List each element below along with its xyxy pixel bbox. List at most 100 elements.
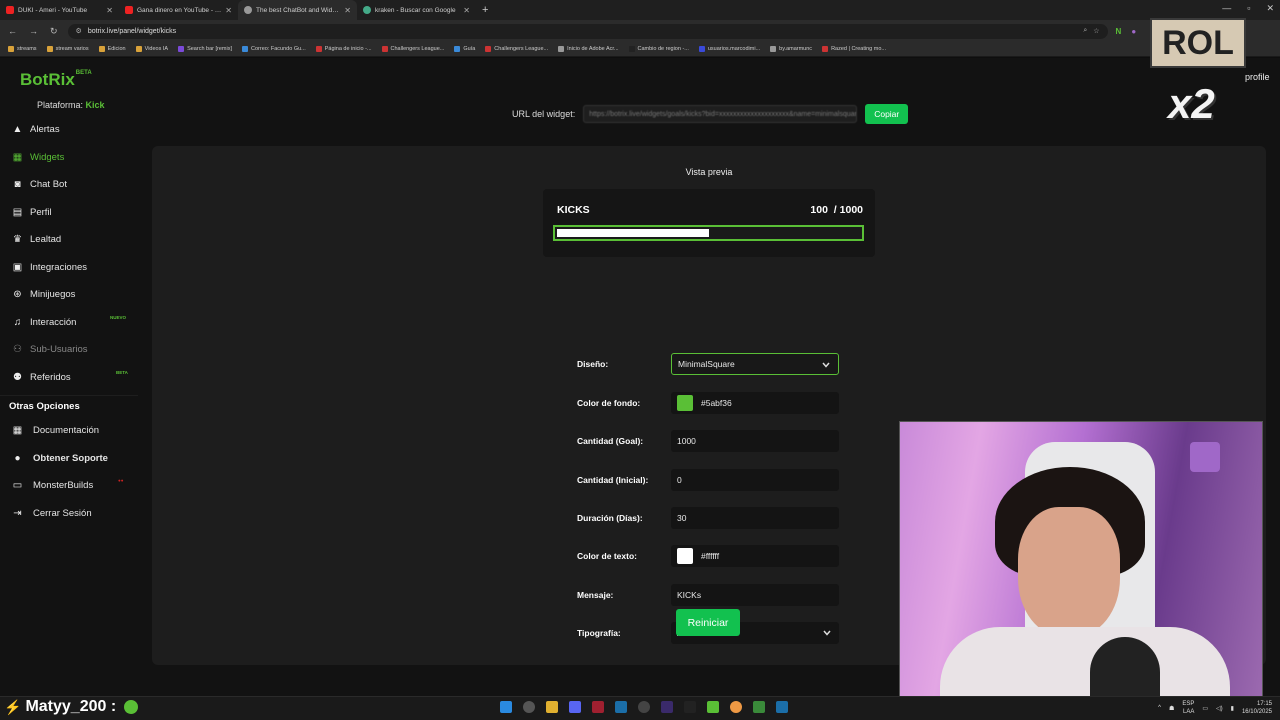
sidebar-item-chat-bot[interactable]: ◙ Chat Bot — [0, 171, 138, 199]
sidebar-item-integraciones[interactable]: ▣ Integraciones — [0, 254, 138, 282]
sidebar-item-alertas[interactable]: ▲ Alertas — [0, 116, 138, 144]
brand-logo[interactable]: BotRixBETA — [20, 70, 92, 90]
sidebar-item-documentacion[interactable]: ▦ Documentación — [0, 417, 138, 445]
sidebar-item-widgets[interactable]: ▦ Widgets — [0, 144, 138, 172]
bookmark-star-icon[interactable]: ☆ — [1093, 27, 1099, 35]
preview-title: Vista previa — [685, 167, 733, 177]
forward-icon[interactable]: → — [29, 26, 38, 37]
form-row-bg-color: Color de fondo: #5abf36 — [577, 392, 839, 414]
kick-icon: ⚡ — [4, 698, 22, 715]
bookmark-item[interactable]: Challengers League... — [381, 46, 444, 52]
steam-icon[interactable] — [615, 701, 627, 713]
text-color-field[interactable]: #ffffff — [671, 545, 839, 567]
app-icon[interactable] — [592, 701, 604, 713]
text-color-swatch[interactable] — [677, 548, 693, 564]
minecraft-icon[interactable] — [753, 701, 765, 713]
chevron-up-icon[interactable]: ^ — [1158, 705, 1161, 711]
steam-icon[interactable] — [776, 701, 788, 713]
close-window-icon[interactable]: ✕ — [1266, 3, 1274, 14]
monitor-tray-icon[interactable]: ▭ — [1202, 705, 1208, 712]
close-tab-icon[interactable]: ✕ — [344, 6, 351, 15]
site-info-icon[interactable]: ⚙ — [76, 27, 82, 35]
sidebar-item-referidos[interactable]: ⚉ Referidos BETA — [0, 364, 138, 392]
chrome-icon[interactable] — [730, 701, 742, 713]
bookmark-item[interactable]: Videos IA — [135, 46, 168, 52]
windows-start-icon[interactable] — [500, 701, 512, 713]
goal-count: 100 / 1000 — [810, 204, 863, 216]
bookmark-item[interactable]: Cambio de region -... — [628, 46, 689, 52]
close-tab-icon[interactable]: ✕ — [106, 6, 113, 15]
language-indicator[interactable]: ESP LAA — [1182, 700, 1194, 716]
battery-icon[interactable]: ▮ — [1231, 705, 1234, 712]
tab-title: kraken - Buscar con Google — [375, 6, 456, 14]
message-input[interactable]: KICKs — [671, 584, 839, 606]
sidebar-item-soporte[interactable]: ● Obtener Soporte — [0, 445, 138, 473]
form-row-text-color: Color de texto: #ffffff — [577, 545, 839, 567]
duration-input[interactable]: 30 — [671, 507, 839, 529]
extension-icon[interactable]: ● — [1131, 27, 1136, 36]
volume-icon[interactable]: ◁) — [1216, 705, 1223, 712]
obs-icon[interactable] — [638, 701, 650, 713]
widget-url-field[interactable]: https://botrix.live/widgets/goals/kicks?… — [583, 105, 858, 123]
browser-tab[interactable]: DUKI - Ameri - YouTube ✕ — [0, 0, 119, 20]
file-explorer-icon[interactable] — [546, 701, 558, 713]
kick-app-icon[interactable] — [707, 701, 719, 713]
design-select[interactable]: MinimalSquare — [671, 353, 839, 375]
reload-icon[interactable]: ↻ — [50, 26, 58, 37]
reset-button[interactable]: Reiniciar — [676, 609, 740, 636]
bookmark-item[interactable]: Inicio de Adobe Acr... — [558, 46, 619, 52]
folder-icon — [46, 46, 53, 52]
goal-amount-input[interactable]: 1000 — [671, 430, 839, 452]
close-tab-icon[interactable]: ✕ — [463, 6, 470, 15]
bookmark-item[interactable]: Edicion — [98, 46, 126, 52]
browser-tab[interactable]: Gana dinero en YouTube - YouT ✕ — [119, 0, 238, 20]
url-field[interactable]: ⚙ botrix.live/panel/widget/kicks ⌕ ☆ — [67, 23, 1108, 39]
twitch-logo-icon — [1190, 442, 1220, 472]
message-label: Mensaje: — [577, 590, 614, 600]
users-icon: ⚇ — [13, 344, 22, 356]
bg-color-swatch[interactable] — [677, 395, 693, 411]
chevron-down-icon — [823, 630, 831, 636]
back-icon[interactable]: ← — [8, 26, 17, 37]
extension-icon[interactable]: N — [1116, 27, 1122, 36]
network-icon[interactable]: ☗ — [1169, 705, 1174, 712]
bookmark-item[interactable]: by.amarmunc — [770, 46, 812, 52]
sidebar-item-interaccion[interactable]: ♫ Interacción NUEVO — [0, 309, 138, 337]
zoom-icon[interactable]: ⌕ — [1083, 27, 1087, 35]
sidebar-item-minijuegos[interactable]: ⊛ Minijuegos — [0, 281, 138, 309]
bookmark-item[interactable]: stream varios — [46, 46, 89, 52]
bookmark-item[interactable]: Guía — [454, 46, 475, 52]
premiere-icon[interactable] — [661, 701, 673, 713]
bookmark-item[interactable]: Correo: Facundo Gu... — [242, 46, 306, 52]
sidebar-item-sub-usuarios[interactable]: ⚇ Sub-Usuarios — [0, 336, 138, 364]
search-icon[interactable] — [523, 701, 535, 713]
bookmark-item[interactable]: streams — [8, 46, 37, 52]
tab-title: The best ChatBot and Widget — [256, 6, 341, 14]
clock[interactable]: 17:15 16/10/2025 — [1242, 700, 1272, 716]
new-tab-button[interactable]: + — [476, 4, 494, 16]
document-icon: ▦ — [12, 425, 23, 437]
browser-tab-active[interactable]: The best ChatBot and Widget ✕ — [238, 0, 357, 20]
discord-icon[interactable] — [569, 701, 581, 713]
sidebar-item-monsterbuilds[interactable]: ▭ MonsterBuilds ●● — [0, 472, 138, 500]
bookmark-item[interactable]: usuarios.marcodimi... — [698, 46, 760, 52]
bookmark-item[interactable]: Search bar [remix] — [178, 46, 232, 52]
profile-link[interactable]: profile — [1245, 72, 1270, 82]
sidebar-item-lealtad[interactable]: ♛ Lealtad — [0, 226, 138, 254]
close-tab-icon[interactable]: ✕ — [225, 6, 232, 15]
minimize-icon[interactable]: — — [1222, 3, 1231, 14]
bookmark-item[interactable]: Razed | Creating mo... — [822, 46, 886, 52]
bookmark-item[interactable]: Challengers League... — [485, 46, 548, 52]
sidebar-item-perfil[interactable]: ▤ Perfil — [0, 199, 138, 227]
system-tray: ^ ☗ ESP LAA ▭ ◁) ▮ 17:15 16/10/2025 — [1158, 700, 1272, 716]
sidebar-item-cerrar-sesion[interactable]: ⇥ Cerrar Sesión — [0, 500, 138, 528]
logout-icon: ⇥ — [13, 507, 22, 519]
bg-color-field[interactable]: #5abf36 — [671, 392, 839, 414]
tiktok-icon[interactable] — [684, 701, 696, 713]
font-label: Tipografía: — [577, 628, 621, 638]
bookmark-item[interactable]: Página de inicio -... — [315, 46, 372, 52]
maximize-icon[interactable]: ▫ — [1247, 3, 1250, 14]
browser-tab[interactable]: kraken - Buscar con Google ✕ — [357, 0, 476, 20]
copy-button[interactable]: Copiar — [865, 104, 909, 124]
initial-amount-input[interactable]: 0 — [671, 469, 839, 491]
